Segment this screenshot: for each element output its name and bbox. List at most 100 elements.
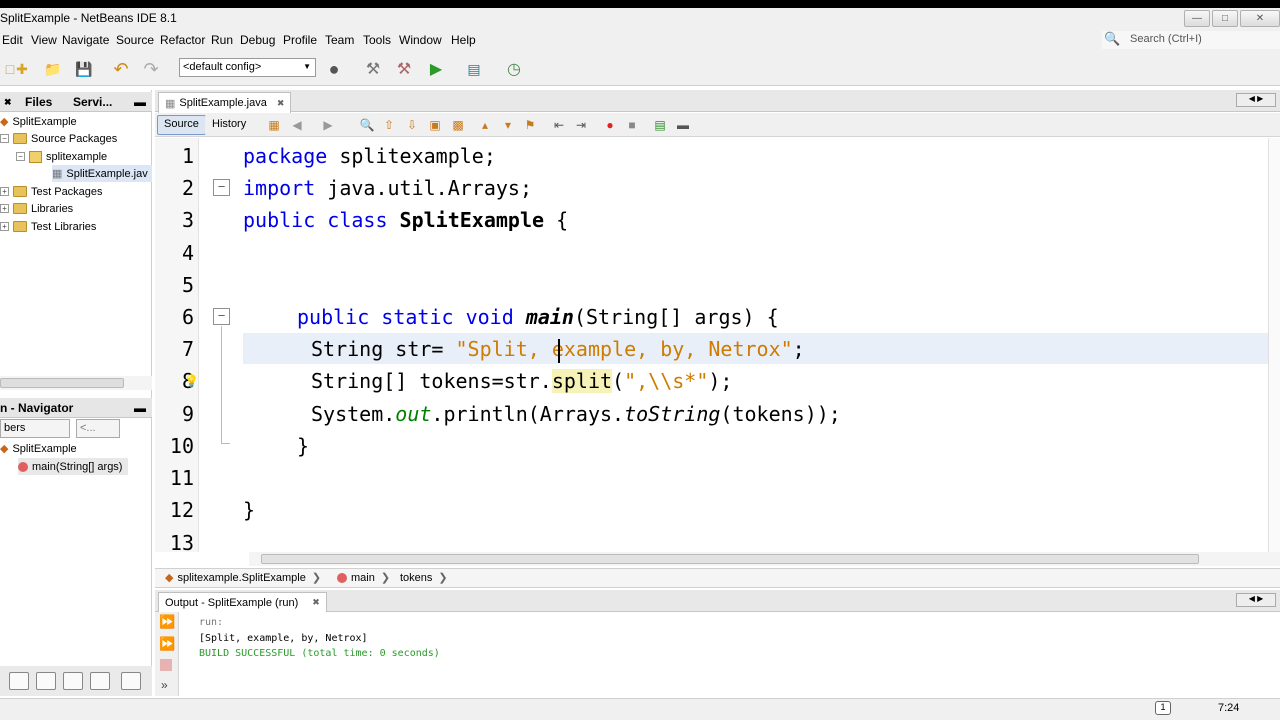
tree-item-libraries[interactable]: + Libraries: [0, 200, 73, 217]
editor-horizontal-scrollbar[interactable]: [249, 552, 1280, 566]
rerun-different-icon[interactable]: ⏩: [159, 636, 175, 652]
breadcrumb-item-method[interactable]: main ❯: [337, 571, 390, 584]
notifications-icon[interactable]: 1: [1155, 701, 1171, 715]
new-project-icon[interactable]: ✚: [12, 59, 32, 79]
navigator-item-method[interactable]: main(String[] args): [18, 458, 128, 475]
code-line-9[interactable]: System.out.println(Arrays.toString(token…: [311, 402, 841, 426]
tree-item-package[interactable]: − splitexample: [16, 148, 107, 165]
code-line-8[interactable]: String[] tokens=str.split(",\\s*");: [311, 369, 732, 393]
rerun-icon[interactable]: ⏩: [159, 614, 175, 630]
navigator-filter-select[interactable]: bers: [0, 419, 70, 438]
close-icon[interactable]: ✖: [277, 98, 285, 109]
find-next-icon[interactable]: ⇩: [404, 117, 420, 133]
editor-vertical-scrollbar[interactable]: [1268, 138, 1280, 552]
close-button[interactable]: ✕: [1240, 10, 1280, 27]
undo-icon[interactable]: ↶: [111, 59, 131, 79]
history-button[interactable]: History: [205, 115, 254, 135]
menu-tools[interactable]: Tools: [363, 33, 391, 47]
uncomment-icon[interactable]: ▬: [675, 117, 691, 133]
menu-help[interactable]: Help: [451, 33, 476, 47]
last-edit-icon[interactable]: ▦: [266, 117, 282, 133]
globe-icon[interactable]: ●: [324, 59, 344, 79]
menu-edit[interactable]: Edit: [2, 33, 23, 47]
palette-icon[interactable]: [90, 672, 110, 690]
output-scroll-buttons[interactable]: ◀ ▶: [1236, 593, 1276, 607]
editor-tab[interactable]: ▦ SplitExample.java ✖: [158, 92, 292, 113]
fold-toggle-icon[interactable]: −: [213, 179, 230, 196]
split-icon[interactable]: [36, 672, 56, 690]
next-bookmark-icon[interactable]: ▾: [500, 117, 516, 133]
window-icon[interactable]: [9, 672, 29, 690]
tab-navigator[interactable]: n - Navigator: [0, 401, 73, 415]
minimize-panel-icon[interactable]: ▬: [134, 95, 146, 109]
output-tab[interactable]: Output - SplitExample (run) ✖: [158, 592, 327, 612]
minimize-panel-icon[interactable]: ▬: [134, 401, 146, 415]
collapse-icon[interactable]: −: [0, 134, 9, 143]
record-macro-icon[interactable]: ●: [602, 117, 618, 133]
more-actions-icon[interactable]: »: [161, 678, 168, 692]
expand-icon[interactable]: +: [0, 222, 9, 231]
tree-item-test-libraries[interactable]: + Test Libraries: [0, 218, 96, 235]
comment-icon[interactable]: ▤: [652, 117, 668, 133]
code-line-6[interactable]: public static void main(String[] args) {: [297, 305, 779, 329]
shift-right-icon[interactable]: ⇥: [573, 117, 589, 133]
back-icon[interactable]: ◀: [289, 117, 305, 133]
toggle-highlight-icon[interactable]: ▩: [450, 117, 466, 133]
expand-icon[interactable]: +: [0, 204, 9, 213]
lightbulb-hint-icon[interactable]: 💡: [184, 374, 199, 388]
navigator-item-class[interactable]: ◆ SplitExample: [0, 440, 77, 457]
fold-toggle-icon[interactable]: −: [213, 308, 230, 325]
source-button[interactable]: Source: [157, 115, 206, 135]
menu-view[interactable]: View: [31, 33, 57, 47]
tree-item-test-packages[interactable]: + Test Packages: [0, 183, 103, 200]
code-line-10[interactable]: }: [297, 434, 309, 458]
tree-item-java-file[interactable]: ▦ SplitExample.jav: [52, 165, 152, 182]
tab-services[interactable]: Servi...: [73, 95, 112, 109]
tree-item-project[interactable]: ◆ SplitExample: [0, 113, 77, 130]
build-hammer-icon[interactable]: ⚒: [363, 59, 383, 79]
find-selection-icon[interactable]: ▣: [427, 117, 443, 133]
maximize-button[interactable]: □: [1212, 10, 1238, 27]
search-box[interactable]: 🔍 Search (Ctrl+I): [1102, 31, 1280, 49]
expand-icon[interactable]: +: [0, 187, 9, 196]
debug-icon[interactable]: ▤: [464, 59, 484, 79]
tab-files[interactable]: Files: [25, 95, 52, 109]
code-line-3[interactable]: public class SplitExample {: [243, 208, 568, 232]
menu-team[interactable]: Team: [325, 33, 354, 47]
close-icon[interactable]: ✖: [4, 97, 12, 108]
menu-window[interactable]: Window: [399, 33, 442, 47]
code-line-2[interactable]: import java.util.Arrays;: [243, 176, 532, 200]
scroll-thumb[interactable]: [0, 378, 124, 388]
previous-bookmark-icon[interactable]: ▴: [477, 117, 493, 133]
menu-source[interactable]: Source: [116, 33, 154, 47]
forward-icon[interactable]: ▶: [320, 117, 336, 133]
open-project-icon[interactable]: 📁: [43, 59, 63, 79]
menu-debug[interactable]: Debug: [240, 33, 275, 47]
menu-navigate[interactable]: Navigate: [62, 33, 109, 47]
menu-refactor[interactable]: Refactor: [160, 33, 205, 47]
bag-icon[interactable]: [63, 672, 83, 690]
run-icon[interactable]: ▶: [426, 59, 446, 79]
projects-scrollbar[interactable]: [0, 376, 152, 390]
code-line-1[interactable]: package splitexample;: [243, 144, 496, 168]
navigator-member-select[interactable]: <...: [76, 419, 120, 438]
config-select[interactable]: <default config> ▼: [179, 58, 316, 77]
close-icon[interactable]: ✖: [312, 597, 320, 608]
save-all-icon[interactable]: 💾: [74, 59, 94, 79]
breadcrumb-item-class[interactable]: ◆ splitexample.SplitExample ❯: [165, 571, 321, 585]
collapse-icon[interactable]: −: [16, 152, 25, 161]
menu-profile[interactable]: Profile: [283, 33, 317, 47]
shift-left-icon[interactable]: ⇤: [551, 117, 567, 133]
find-icon[interactable]: 🔍: [359, 117, 375, 133]
clean-build-icon[interactable]: ⚒: [394, 59, 414, 79]
scroll-thumb[interactable]: [261, 554, 1199, 564]
breadcrumb-item-variable[interactable]: tokens ❯: [400, 571, 448, 585]
stop-icon[interactable]: [160, 659, 172, 671]
settings-icon[interactable]: [121, 672, 141, 690]
menu-run[interactable]: Run: [211, 33, 233, 47]
minimize-button[interactable]: —: [1184, 10, 1210, 27]
tab-scroll-buttons[interactable]: ◀ ▶: [1236, 93, 1276, 107]
find-previous-icon[interactable]: ⇧: [381, 117, 397, 133]
profile-icon[interactable]: ◷: [504, 59, 524, 79]
toggle-bookmark-icon[interactable]: ⚑: [522, 117, 538, 133]
